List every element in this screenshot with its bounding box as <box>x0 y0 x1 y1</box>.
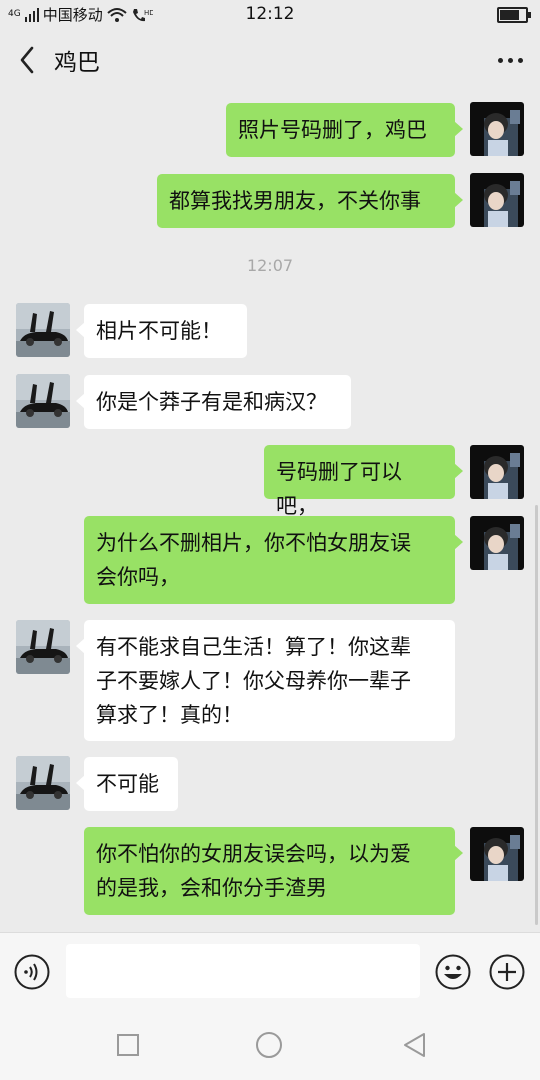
home-button[interactable] <box>254 1030 284 1060</box>
avatar[interactable] <box>470 173 524 227</box>
square-icon <box>117 1034 139 1056</box>
triangle-back-icon <box>404 1033 425 1057</box>
timestamp: 12:07 <box>246 256 294 275</box>
emoji-icon <box>435 954 471 990</box>
system-back-button[interactable] <box>400 1030 430 1060</box>
more-button[interactable] <box>490 40 530 80</box>
message-bubble[interactable]: 不可能 <box>76 757 178 811</box>
voice-button[interactable] <box>14 954 50 990</box>
avatar[interactable] <box>16 756 70 810</box>
chat-header: 鸡巴 <box>0 30 540 90</box>
message-bubble[interactable]: 你不怕你的女朋友误会吗，以为爱 的是我，会和你分手渣男 <box>84 827 463 915</box>
message-bubble[interactable]: 照片号码删了，鸡巴 <box>226 103 463 157</box>
back-button[interactable] <box>14 40 42 80</box>
message-line: 子不要嫁人了！你父母养你一辈子 <box>96 669 411 693</box>
more-dot <box>507 57 513 63</box>
avatar[interactable] <box>16 374 70 428</box>
avatar[interactable] <box>16 303 70 357</box>
more-dot <box>517 57 523 63</box>
avatar[interactable] <box>470 102 524 156</box>
message-input[interactable] <box>66 944 420 998</box>
more-dots-icon <box>497 57 503 63</box>
plus-button[interactable] <box>489 954 525 990</box>
input-bar <box>0 932 540 1013</box>
voice-icon <box>14 954 50 990</box>
avatar[interactable] <box>470 827 524 881</box>
message-line: 算求了！真的！ <box>96 703 243 727</box>
avatar[interactable] <box>470 445 524 499</box>
avatar[interactable] <box>470 516 524 570</box>
message-bubble[interactable]: 相片不可能！ <box>76 304 247 358</box>
chat-title: 鸡巴 <box>54 50 100 76</box>
emoji-button[interactable] <box>435 954 471 990</box>
message-bubble[interactable]: 为什么不删相片，你不怕女朋友误 会你吗， <box>84 516 463 604</box>
status-bar: 4G 中国移动 HD 12:12 <box>0 0 540 30</box>
plus-icon <box>489 954 525 990</box>
message-bubble[interactable]: 都算我找男朋友，不关你事 <box>157 174 463 228</box>
avatar[interactable] <box>16 620 70 674</box>
message-line: 会你吗， <box>96 565 180 589</box>
recents-button[interactable] <box>113 1030 143 1060</box>
system-nav-bar <box>0 1012 540 1080</box>
message-bubble[interactable]: 号码删了可以吧， <box>264 445 463 518</box>
circle-icon <box>256 1032 282 1058</box>
message-bubble[interactable]: 有不能求自己生活！算了！你这辈 子不要嫁人了！你父母养你一辈子 算求了！真的！ <box>76 620 455 741</box>
battery-level <box>500 10 519 20</box>
message-bubble[interactable]: 你是个莽子有是和病汉？ <box>76 375 351 429</box>
chevron-left-icon <box>20 46 34 74</box>
message-line: 你不怕你的女朋友误会吗，以为爱 <box>96 842 411 866</box>
message-line: 为什么不删相片，你不怕女朋友误 <box>96 531 411 555</box>
scrollbar[interactable] <box>535 505 538 925</box>
battery-icon <box>497 7 531 23</box>
status-time: 12:12 <box>245 4 295 24</box>
message-line: 的是我，会和你分手渣男 <box>96 876 327 900</box>
message-line: 有不能求自己生活！算了！你这辈 <box>96 635 411 659</box>
